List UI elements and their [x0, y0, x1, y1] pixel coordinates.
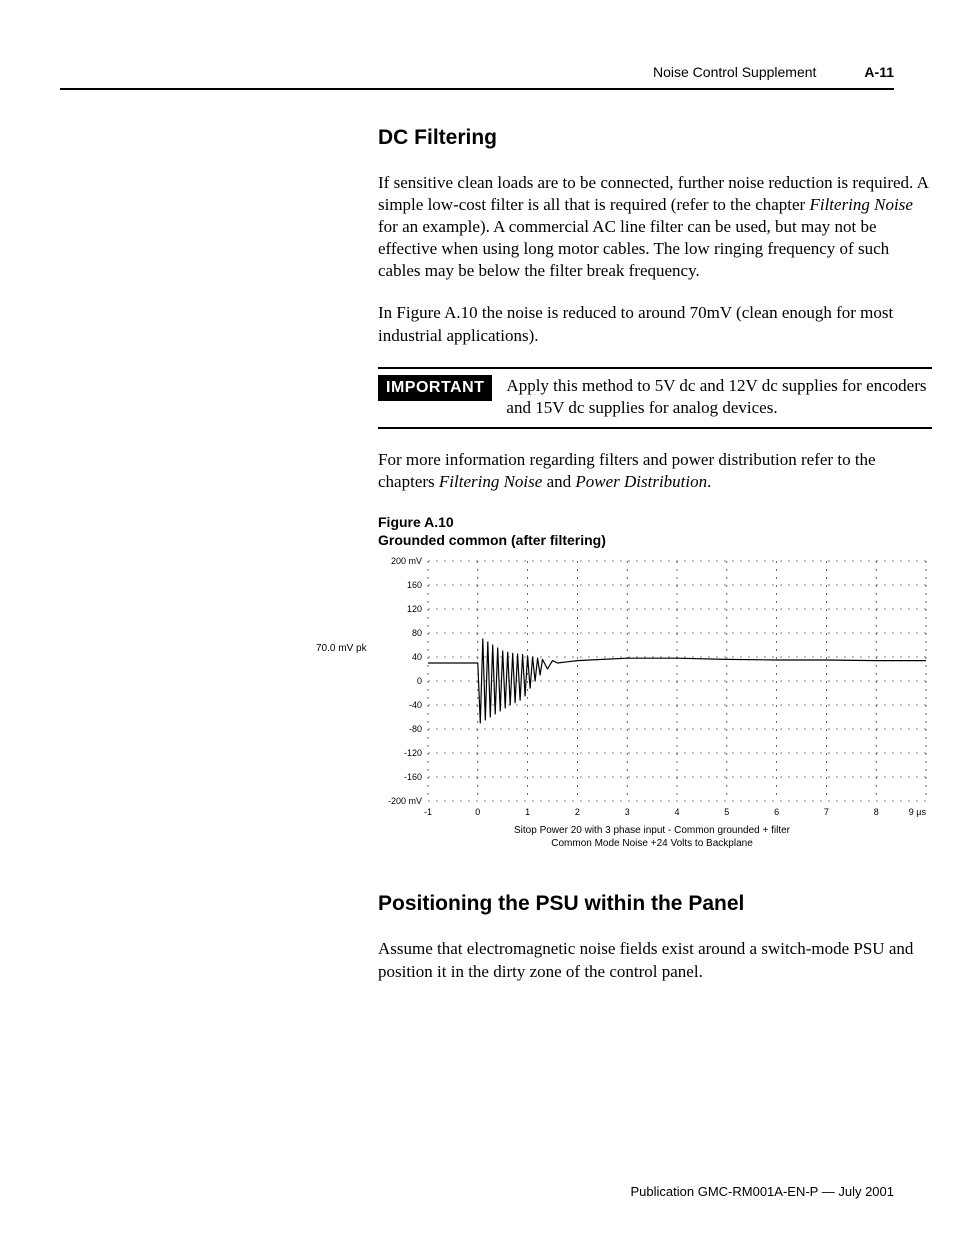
text: and — [542, 472, 575, 491]
svg-text:7: 7 — [824, 807, 829, 817]
publication-footer: Publication GMC-RM001A-EN-P — July 2001 — [631, 1184, 894, 1199]
svg-text:8: 8 — [874, 807, 879, 817]
text: . — [707, 472, 711, 491]
svg-text:-200 mV: -200 mV — [388, 796, 422, 806]
figure-side-label: 70.0 mV pk — [316, 643, 367, 654]
figure-a10: 70.0 mV pk -200 mV-160-120-80-4004080120… — [372, 555, 932, 850]
figure-subcaption-line1: Sitop Power 20 with 3 phase input - Comm… — [514, 825, 790, 836]
text-italic: Filtering Noise — [809, 195, 912, 214]
svg-text:200 mV: 200 mV — [391, 556, 422, 566]
figure-subcaption-line2: Common Mode Noise +24 Volts to Backplane — [551, 838, 753, 849]
important-callout: IMPORTANT Apply this method to 5V dc and… — [378, 367, 932, 429]
svg-text:5: 5 — [724, 807, 729, 817]
svg-text:6: 6 — [774, 807, 779, 817]
body-para-1: If sensitive clean loads are to be conne… — [378, 172, 932, 282]
section-heading-dc-filtering: DC Filtering — [378, 126, 932, 150]
svg-text:0: 0 — [475, 807, 480, 817]
svg-text:160: 160 — [407, 580, 422, 590]
svg-text:0: 0 — [417, 676, 422, 686]
svg-text:80: 80 — [412, 628, 422, 638]
header-rule — [60, 88, 894, 90]
svg-text:3: 3 — [625, 807, 630, 817]
svg-text:40: 40 — [412, 652, 422, 662]
svg-text:-1: -1 — [424, 807, 432, 817]
svg-text:-160: -160 — [404, 772, 422, 782]
figure-caption-line2: Grounded common (after filtering) — [378, 532, 606, 548]
text: for an example). A commercial AC line fi… — [378, 217, 889, 280]
body-para-2: In Figure A.10 the noise is reduced to a… — [378, 302, 932, 346]
body-para-3: For more information regarding filters a… — [378, 449, 932, 493]
text-italic: Power Distribution — [575, 472, 707, 491]
oscilloscope-plot: -200 mV-160-120-80-4004080120160200 mV-1… — [372, 555, 932, 823]
figure-caption-line1: Figure A.10 — [378, 514, 454, 530]
running-head-page: A-11 — [864, 64, 894, 80]
text-italic: Filtering Noise — [439, 472, 542, 491]
svg-text:2: 2 — [575, 807, 580, 817]
svg-text:-80: -80 — [409, 724, 422, 734]
figure-subcaption: Sitop Power 20 with 3 phase input - Comm… — [372, 825, 932, 850]
svg-text:120: 120 — [407, 604, 422, 614]
svg-text:-40: -40 — [409, 700, 422, 710]
important-text: Apply this method to 5V dc and 12V dc su… — [506, 375, 932, 419]
svg-text:4: 4 — [674, 807, 679, 817]
section-heading-psu-pos: Positioning the PSU within the Panel — [378, 892, 932, 916]
svg-text:9 µs: 9 µs — [909, 807, 927, 817]
svg-text:1: 1 — [525, 807, 530, 817]
figure-caption: Figure A.10 Grounded common (after filte… — [378, 513, 932, 549]
running-head-title: Noise Control Supplement — [653, 64, 816, 80]
svg-text:-120: -120 — [404, 748, 422, 758]
body-para-psu: Assume that electromagnetic noise fields… — [378, 938, 932, 982]
important-badge: IMPORTANT — [378, 375, 492, 401]
